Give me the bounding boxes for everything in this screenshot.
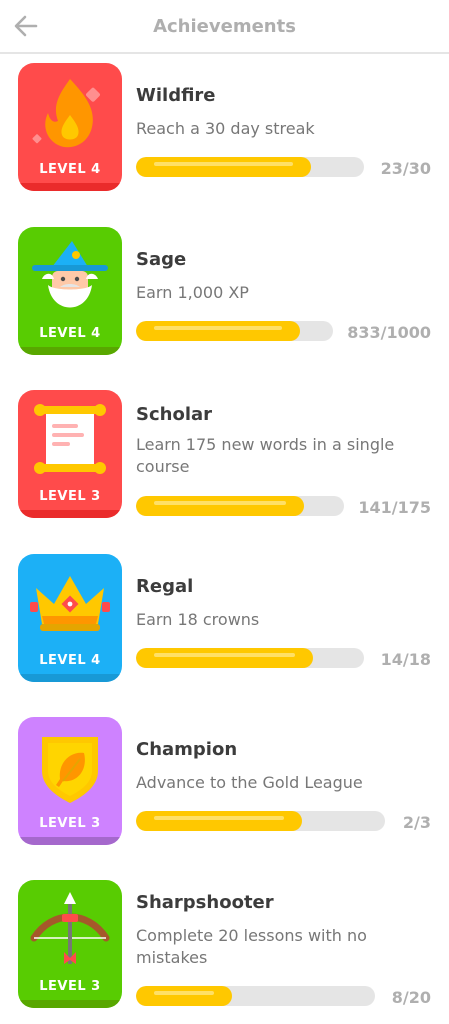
achievement-badge: LEVEL 3 bbox=[18, 717, 122, 845]
achievement-sage[interactable]: LEVEL 4 Sage Earn 1,000 XP 833/1000 bbox=[0, 227, 449, 367]
progress-shine bbox=[154, 816, 285, 820]
achievement-badge: LEVEL 3 bbox=[18, 880, 122, 1008]
achievement-description: Reach a 30 day streak bbox=[136, 119, 315, 138]
achievement-description: Advance to the Gold League bbox=[136, 773, 363, 792]
badge-shadow bbox=[18, 837, 122, 845]
progress-fill bbox=[136, 496, 304, 516]
header: Achievements bbox=[0, 0, 449, 54]
achievement-regal[interactable]: LEVEL 4 Regal Earn 18 crowns 14/18 bbox=[0, 554, 449, 694]
achievement-name: Wildfire bbox=[136, 85, 216, 106]
achievement-name: Sharpshooter bbox=[136, 892, 274, 913]
progress-count: 2/3 bbox=[402, 813, 431, 832]
progress-bar bbox=[136, 496, 344, 516]
progress-bar bbox=[136, 321, 333, 341]
progress-count: 23/30 bbox=[380, 159, 431, 178]
badge-shadow bbox=[18, 183, 122, 191]
achievement-sharpshooter[interactable]: LEVEL 3 Sharpshooter Complete 20 lessons… bbox=[0, 880, 449, 1020]
level-label: LEVEL 4 bbox=[39, 326, 101, 341]
achievement-badge: LEVEL 4 bbox=[18, 227, 122, 355]
achievement-description: Complete 20 lessons with no mistakes bbox=[136, 926, 367, 967]
badge-shadow bbox=[18, 674, 122, 682]
progress-bar bbox=[136, 986, 375, 1006]
shield-icon bbox=[42, 737, 98, 803]
progress-shine bbox=[154, 162, 293, 166]
progress-bar bbox=[136, 157, 364, 177]
achievement-description: Earn 1,000 XP bbox=[136, 283, 249, 302]
progress-shine bbox=[154, 653, 296, 657]
achievement-badge: LEVEL 3 bbox=[18, 390, 122, 518]
level-label: LEVEL 4 bbox=[39, 162, 101, 177]
achievement-badge: LEVEL 4 bbox=[18, 63, 122, 191]
progress-fill bbox=[136, 321, 301, 341]
progress-fill bbox=[136, 648, 314, 668]
progress-shine bbox=[154, 501, 286, 505]
progress-count: 833/1000 bbox=[347, 323, 431, 342]
wizard-icon bbox=[32, 241, 108, 308]
progress-fill bbox=[136, 811, 303, 831]
achievement-name: Champion bbox=[136, 739, 238, 760]
progress-count: 141/175 bbox=[358, 498, 431, 517]
achievement-description: Earn 18 crowns bbox=[136, 610, 260, 629]
progress-shine bbox=[154, 991, 214, 995]
bow-arrow-icon bbox=[30, 892, 110, 964]
progress-count: 14/18 bbox=[380, 650, 431, 669]
crown-icon bbox=[30, 576, 110, 631]
badge-shadow bbox=[18, 1000, 122, 1008]
page-title: Achievements bbox=[153, 16, 296, 37]
level-label: LEVEL 4 bbox=[39, 653, 101, 668]
level-label: LEVEL 3 bbox=[39, 816, 101, 831]
progress-bar bbox=[136, 811, 385, 831]
achievement-description: Learn 175 new words in a single course bbox=[136, 435, 395, 476]
badge-shadow bbox=[18, 510, 122, 518]
fire-icon bbox=[32, 79, 100, 148]
achievement-badge: LEVEL 4 bbox=[18, 554, 122, 682]
achievement-wildfire[interactable]: LEVEL 4 Wildfire Reach a 30 day streak 2… bbox=[0, 63, 449, 203]
achievement-scholar[interactable]: LEVEL 3 Scholar Learn 175 new words in a… bbox=[0, 390, 449, 530]
achievement-champion[interactable]: LEVEL 3 Champion Advance to the Gold Lea… bbox=[0, 717, 449, 857]
achievement-name: Sage bbox=[136, 249, 187, 270]
achievement-name: Regal bbox=[136, 576, 194, 597]
level-label: LEVEL 3 bbox=[39, 489, 101, 504]
progress-bar bbox=[136, 648, 364, 668]
progress-count: 8/20 bbox=[391, 988, 431, 1007]
achievement-name: Scholar bbox=[136, 404, 213, 425]
badge-shadow bbox=[18, 347, 122, 355]
level-label: LEVEL 3 bbox=[39, 979, 101, 994]
progress-shine bbox=[154, 326, 283, 330]
progress-fill bbox=[136, 157, 311, 177]
scroll-icon bbox=[34, 404, 106, 474]
progress-fill bbox=[136, 986, 232, 1006]
